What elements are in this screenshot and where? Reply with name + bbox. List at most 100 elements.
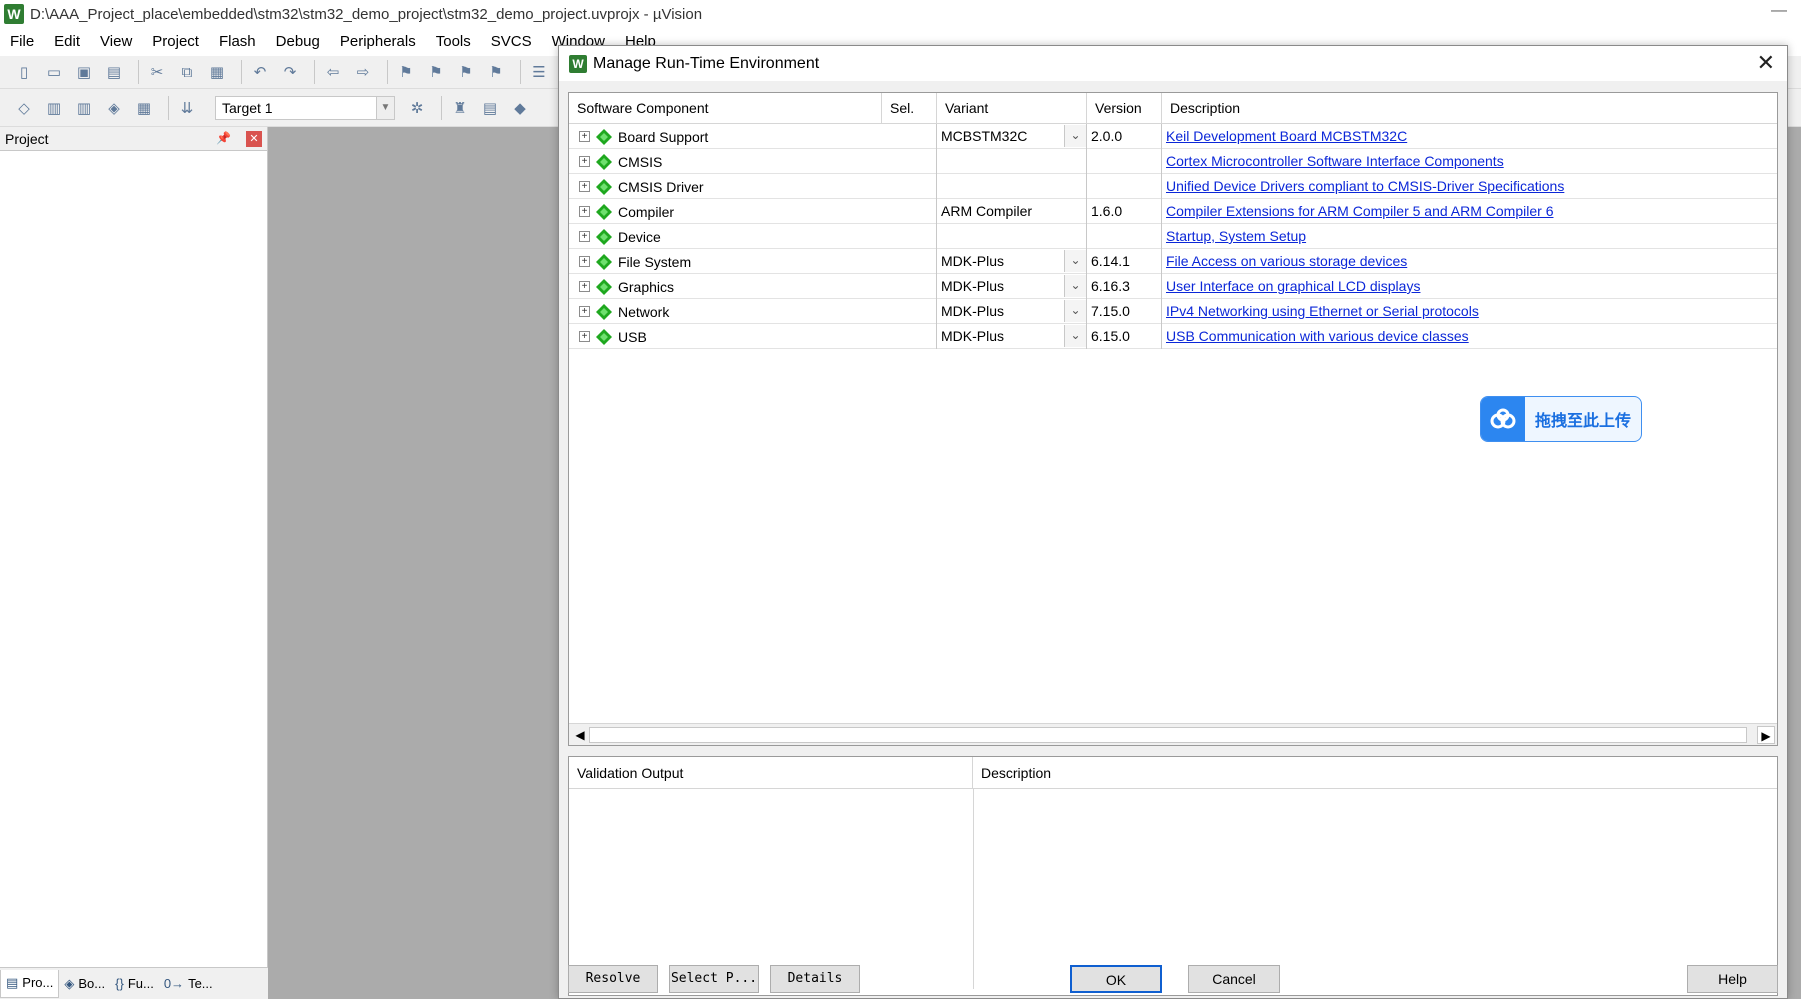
expand-plus-icon[interactable]: + [579, 206, 590, 217]
cut-icon[interactable]: ✂ [145, 60, 169, 84]
variant-cell[interactable]: MDK-Plus ⌄ [937, 324, 1087, 349]
expand-plus-icon[interactable]: + [579, 131, 590, 142]
variant-cell[interactable]: MDK-Plus ⌄ [937, 249, 1087, 274]
expand-plus-icon[interactable]: + [579, 181, 590, 192]
indent-icon[interactable]: ☰ [527, 60, 551, 84]
new-file-icon[interactable]: ▯ [12, 60, 36, 84]
table-row[interactable]: + File System MDK-Plus ⌄ 6.14.1 File Access o… [569, 249, 1777, 274]
bookmark-icon[interactable]: ⚑ [394, 60, 418, 84]
menu-peripherals[interactable]: Peripherals [330, 28, 426, 56]
download-icon[interactable]: ⇊ [175, 96, 199, 120]
file-extensions-icon[interactable]: ♜ [448, 96, 472, 120]
sel-cell[interactable] [882, 149, 937, 174]
sel-cell[interactable] [882, 224, 937, 249]
description-link[interactable]: IPv4 Networking using Ethernet or Serial… [1166, 303, 1479, 319]
save-all-icon[interactable]: ▤ [102, 60, 126, 84]
expand-plus-icon[interactable]: + [579, 256, 590, 267]
column-header-variant[interactable]: Variant [937, 93, 1087, 124]
column-header-validation-output[interactable]: Validation Output [569, 757, 973, 788]
description-link[interactable]: Keil Development Board MCBSTM32C [1166, 128, 1407, 144]
scroll-right-icon[interactable]: ▶ [1757, 726, 1775, 744]
menu-debug[interactable]: Debug [266, 28, 330, 56]
description-link[interactable]: File Access on various storage devices [1166, 253, 1407, 269]
variant-cell[interactable]: MDK-Plus ⌄ [937, 299, 1087, 324]
table-row[interactable]: + Board Support MCBSTM32C ⌄ 2.0.0 Keil Develo… [569, 124, 1777, 149]
ok-button[interactable]: OK [1070, 965, 1162, 993]
resolve-button[interactable]: Resolve [568, 965, 658, 993]
target-options-icon[interactable]: ✲ [405, 96, 429, 120]
menu-file[interactable]: File [0, 28, 44, 56]
sel-cell[interactable] [882, 274, 937, 299]
column-header-sel[interactable]: Sel. [882, 93, 937, 124]
horizontal-scrollbar[interactable]: ◀ ▶ [569, 723, 1777, 745]
navigate-forward-icon[interactable]: ⇨ [351, 60, 375, 84]
help-button[interactable]: Help [1687, 965, 1778, 993]
menu-view[interactable]: View [90, 28, 142, 56]
table-row[interactable]: + Graphics MDK-Plus ⌄ 6.16.3 User Interface o… [569, 274, 1777, 299]
chevron-down-icon[interactable]: ⌄ [1064, 325, 1086, 347]
stop-build-icon[interactable]: ▦ [132, 96, 156, 120]
batch-build-icon[interactable]: ◈ [102, 96, 126, 120]
chevron-down-icon[interactable]: ⌄ [1064, 275, 1086, 297]
sel-cell[interactable] [882, 174, 937, 199]
navigate-back-icon[interactable]: ⇦ [321, 60, 345, 84]
chevron-down-icon[interactable]: ⌄ [1064, 125, 1086, 147]
expand-plus-icon[interactable]: + [579, 156, 590, 167]
table-row[interactable]: + CMSIS Cortex Microcontroller Software In… [569, 149, 1777, 174]
table-row[interactable]: + Device Startup, System Setup [569, 224, 1777, 249]
menu-project[interactable]: Project [142, 28, 209, 56]
scroll-left-icon[interactable]: ◀ [571, 726, 589, 744]
variant-cell[interactable]: MDK-Plus ⌄ [937, 274, 1087, 299]
prev-bookmark-icon[interactable]: ⚑ [424, 60, 448, 84]
chevron-down-icon[interactable]: ▼ [376, 96, 394, 119]
close-icon[interactable]: ✕ [246, 131, 262, 147]
rte-diamond-icon[interactable]: ◆ [508, 96, 532, 120]
column-header-version[interactable]: Version [1087, 93, 1162, 124]
cancel-button[interactable]: Cancel [1188, 965, 1280, 993]
sel-cell[interactable] [882, 199, 937, 224]
tab-project[interactable]: ▤ Pro... [0, 969, 60, 998]
menu-svcs[interactable]: SVCS [481, 28, 542, 56]
next-bookmark-icon[interactable]: ⚑ [454, 60, 478, 84]
translate-icon[interactable]: ◇ [12, 96, 36, 120]
manage-components-icon[interactable]: ▤ [478, 96, 502, 120]
description-link[interactable]: Compiler Extensions for ARM Compiler 5 a… [1166, 203, 1553, 219]
chevron-down-icon[interactable]: ⌄ [1064, 250, 1086, 272]
sel-cell[interactable] [882, 324, 937, 349]
select-packs-button[interactable]: Select P... [669, 965, 759, 993]
expand-plus-icon[interactable]: + [579, 281, 590, 292]
upload-drop-badge[interactable]: 拖拽至此上传 [1480, 396, 1642, 442]
menu-tools[interactable]: Tools [426, 28, 481, 56]
description-link[interactable]: USB Communication with various device cl… [1166, 328, 1469, 344]
scrollbar-thumb[interactable] [589, 727, 1747, 743]
redo-icon[interactable]: ↷ [278, 60, 302, 84]
sel-cell[interactable] [882, 299, 937, 324]
rebuild-icon[interactable]: ▥ [72, 96, 96, 120]
description-link[interactable]: Startup, System Setup [1166, 228, 1306, 244]
open-folder-icon[interactable]: ▭ [42, 60, 66, 84]
paste-icon[interactable]: ▦ [205, 60, 229, 84]
sel-cell[interactable] [882, 249, 937, 274]
details-button[interactable]: Details [770, 965, 860, 993]
target-select[interactable]: Target 1 ▼ [215, 95, 395, 120]
menu-edit[interactable]: Edit [44, 28, 90, 56]
minimize-icon[interactable]: — [1771, 2, 1787, 20]
menu-flash[interactable]: Flash [209, 28, 266, 56]
save-icon[interactable]: ▣ [72, 60, 96, 84]
expand-plus-icon[interactable]: + [579, 231, 590, 242]
expand-plus-icon[interactable]: + [579, 306, 590, 317]
description-link[interactable]: Unified Device Drivers compliant to CMSI… [1166, 178, 1564, 194]
tab-templates[interactable]: 0→ Te... [159, 970, 218, 998]
close-icon[interactable]: ✕ [1757, 51, 1775, 75]
sel-cell[interactable] [882, 124, 937, 149]
column-header-description[interactable]: Description [1162, 93, 1777, 124]
pin-icon[interactable]: 📌 [216, 131, 231, 145]
table-row[interactable]: + USB MDK-Plus ⌄ 6.15.0 USB Communication wit… [569, 324, 1777, 349]
column-header-validation-description[interactable]: Description [973, 757, 1777, 788]
table-row[interactable]: + CMSIS Driver Unified Device Drivers comp… [569, 174, 1777, 199]
tab-books[interactable]: ◈ Bo... [59, 970, 110, 998]
build-icon[interactable]: ▥ [42, 96, 66, 120]
table-row[interactable]: + Compiler ARM Compiler 1.6.0 Compiler Exten… [569, 199, 1777, 224]
clear-bookmarks-icon[interactable]: ⚑ [484, 60, 508, 84]
description-link[interactable]: User Interface on graphical LCD displays [1166, 278, 1420, 294]
